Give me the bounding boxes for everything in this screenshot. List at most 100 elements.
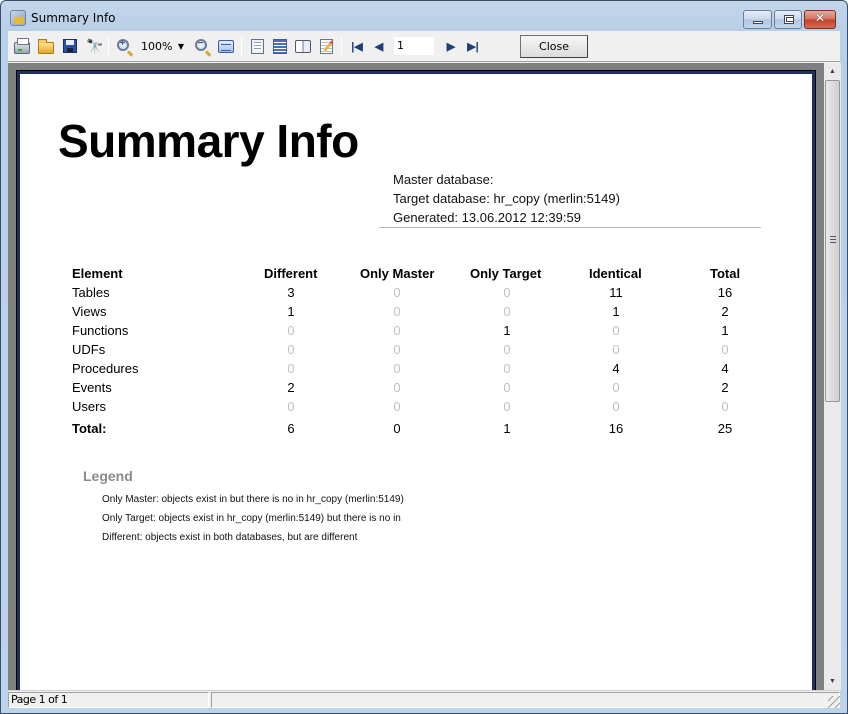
element-name: Procedures — [72, 361, 139, 376]
open-button[interactable] — [37, 37, 55, 55]
cell-value: 0 — [393, 342, 401, 357]
table-row: Events 2 0 0 0 2 — [72, 380, 772, 398]
zoom-out-icon: − — [194, 38, 207, 51]
zoom-in-button[interactable]: + — [115, 37, 133, 55]
zoom-out-button[interactable]: − — [193, 37, 211, 55]
cell-value: 0 — [721, 399, 729, 414]
last-page-button[interactable]: ▶| — [464, 37, 482, 55]
find-icon: 🔭 — [86, 37, 103, 54]
column-header: Total — [710, 266, 741, 281]
scroll-down-icon[interactable]: ▼ — [824, 673, 841, 690]
close-button[interactable]: Close — [520, 35, 588, 58]
cell-value: 4 — [721, 361, 729, 376]
column-header: Only Master — [360, 266, 435, 281]
window-title: Summary Info — [31, 11, 116, 25]
report-page: Summary Info Master database: Target dat… — [16, 70, 816, 690]
zoom-value: 100% — [141, 40, 173, 53]
zoom-in-icon: + — [116, 38, 129, 51]
save-button[interactable] — [61, 37, 79, 55]
element-name: Events — [72, 380, 112, 395]
app-scales-icon — [10, 10, 26, 26]
multi-page-icon — [273, 38, 287, 54]
prev-page-button[interactable]: ◀ — [370, 37, 388, 55]
page-width-icon — [218, 39, 234, 53]
next-page-button[interactable]: ▶ — [442, 37, 460, 55]
client-area: 🔭 + 100% ▼ − |◀ ◀ 1 ▶ ▶| Close Summary I… — [8, 31, 841, 708]
vertical-scrollbar[interactable]: ▲ ▼ — [824, 63, 841, 690]
column-header: Only Target — [470, 266, 542, 281]
table-row: Procedures 0 0 0 4 4 — [72, 361, 772, 379]
cell-value: 0 — [503, 361, 511, 376]
first-page-icon: |◀ — [351, 40, 363, 53]
cell-value: 0 — [503, 399, 511, 414]
edit-button[interactable] — [317, 37, 335, 55]
legend-line: Only Master: objects exist in but there … — [102, 494, 404, 505]
cell-value: 1 — [287, 304, 295, 319]
status-page-info: Page 1 of 1 — [8, 692, 209, 708]
cell-value: 0 — [503, 304, 511, 319]
open-icon — [38, 38, 54, 54]
grip-icon — [830, 236, 836, 243]
divider — [379, 227, 761, 228]
zoom-select[interactable]: 100% ▼ — [138, 38, 186, 55]
page-number-input[interactable]: 1 — [394, 37, 434, 55]
toolbar: 🔭 + 100% ▼ − |◀ ◀ 1 ▶ ▶| Close — [8, 31, 840, 62]
total-value: 1 — [503, 421, 511, 436]
next-page-icon: ▶ — [446, 40, 456, 53]
report-meta: Master database: Target database: hr_cop… — [393, 170, 620, 227]
multi-page-button[interactable] — [271, 37, 289, 55]
first-page-button[interactable]: |◀ — [348, 37, 366, 55]
cell-value: 0 — [612, 380, 620, 395]
total-row: Total: 6 0 1 16 25 — [72, 421, 772, 439]
chevron-down-icon[interactable]: ▼ — [178, 38, 184, 55]
table-row: Views 1 0 0 1 2 — [72, 304, 772, 322]
title-bar[interactable]: Summary Info ✕ — [1, 1, 847, 31]
cell-value: 0 — [287, 323, 295, 338]
cell-value: 2 — [287, 380, 295, 395]
total-label: Total: — [72, 421, 107, 436]
book-view-button[interactable] — [294, 37, 312, 55]
cell-value: 0 — [393, 304, 401, 319]
maximize-icon — [784, 15, 794, 24]
table-row: Functions 0 0 1 0 1 — [72, 323, 772, 341]
cell-value: 0 — [612, 399, 620, 414]
print-icon — [14, 37, 30, 54]
last-page-icon: ▶| — [467, 40, 479, 53]
total-value: 16 — [608, 421, 624, 436]
legend-line: Only Target: objects exist in hr_copy (m… — [102, 513, 401, 524]
resize-grip-icon[interactable] — [828, 696, 840, 708]
single-page-icon — [250, 38, 264, 54]
generated-label: Generated: 13.06.2012 12:39:59 — [393, 210, 581, 225]
scroll-up-icon[interactable]: ▲ — [824, 63, 841, 80]
scroll-thumb[interactable] — [825, 80, 840, 402]
element-name: Tables — [72, 285, 110, 300]
master-database-label: Master database: — [393, 172, 494, 187]
print-button[interactable] — [13, 37, 31, 55]
legend-line: Different: objects exist in both databas… — [102, 532, 358, 543]
element-name: Views — [72, 304, 107, 319]
toolbar-separator — [108, 37, 109, 55]
cell-value: 11 — [609, 285, 623, 300]
cell-value: 4 — [612, 361, 620, 376]
total-value: 6 — [287, 421, 295, 436]
legend-title: Legend — [83, 468, 133, 484]
element-name: UDFs — [72, 342, 106, 357]
status-bar: Page 1 of 1 — [8, 690, 840, 708]
minimize-button[interactable] — [743, 10, 772, 29]
single-page-button[interactable] — [248, 37, 266, 55]
find-button[interactable]: 🔭 — [85, 37, 103, 55]
table-header: Element Different Only Master Only Targe… — [72, 266, 772, 284]
page-width-button[interactable] — [217, 37, 235, 55]
element-name: Functions — [72, 323, 129, 338]
cell-value: 0 — [393, 380, 401, 395]
table-row: Tables 3 0 0 11 16 — [72, 285, 772, 303]
cell-value: 0 — [393, 361, 401, 376]
cell-value: 0 — [287, 399, 295, 414]
status-secondary — [211, 692, 840, 708]
maximize-button[interactable] — [774, 10, 802, 29]
window-close-button[interactable]: ✕ — [804, 10, 836, 29]
toolbar-separator — [341, 37, 342, 55]
cell-value: 0 — [721, 342, 729, 357]
cell-value: 0 — [503, 380, 511, 395]
minimize-icon — [753, 21, 763, 24]
